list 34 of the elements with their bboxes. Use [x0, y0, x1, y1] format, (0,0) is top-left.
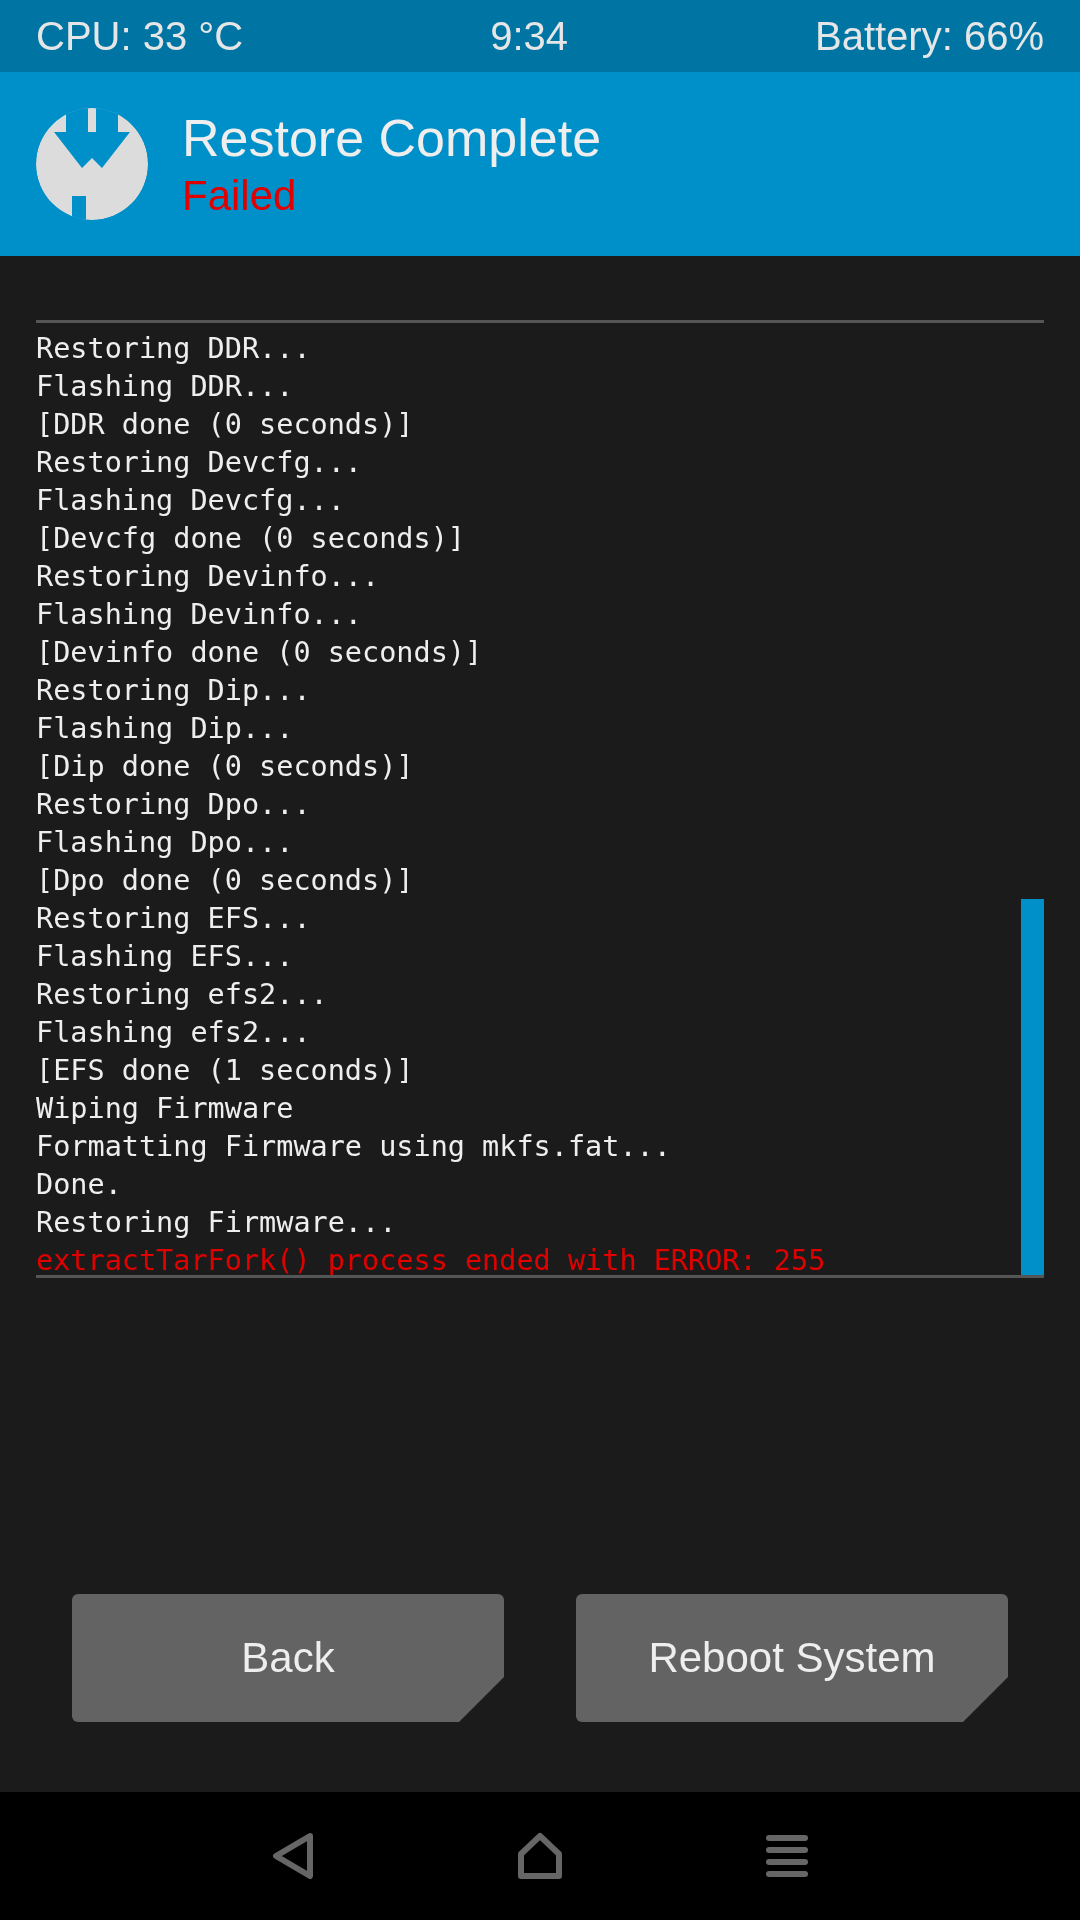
log-line: Restoring Firmware... [36, 1205, 398, 1241]
reboot-button[interactable]: Reboot System [576, 1594, 1008, 1722]
log-line: Flashing Devinfo... [36, 597, 363, 633]
log-line: Wiping Firmware [36, 1091, 295, 1127]
status-text: Failed [182, 172, 298, 220]
home-icon[interactable] [517, 1832, 563, 1880]
log-line: Restoring DDR... [36, 331, 312, 367]
log-line: Restoring Devinfo... [36, 559, 381, 595]
menu-icon[interactable] [763, 1832, 810, 1880]
back-button[interactable]: Back [72, 1594, 504, 1722]
log-line: [DDR done (0 seconds)] [36, 407, 415, 443]
log-line: Restoring EFS... [36, 901, 312, 937]
log-line: [Devinfo done (0 seconds)] [36, 635, 484, 671]
battery-level: Battery: 66% [814, 13, 1044, 59]
logo-icon [36, 108, 148, 220]
log-line: [Dip done (0 seconds)] [36, 749, 415, 785]
log-line: Restoring Dpo... [36, 787, 312, 823]
log-line: [Dpo done (0 seconds)] [36, 863, 415, 899]
log-line: Flashing Devcfg... [36, 483, 346, 519]
log-line: Flashing EFS... [36, 939, 295, 975]
log-line: Flashing efs2... [36, 1015, 312, 1051]
log-line: Restoring Dip... [36, 673, 312, 709]
log-line: Restoring Devcfg... [36, 445, 363, 481]
log-line: [EFS done (1 seconds)] [36, 1053, 415, 1089]
log-line: Done. [36, 1167, 123, 1203]
log-line: [Devcfg done (0 seconds)] [36, 521, 466, 557]
log-line: Flashing Dpo... [36, 825, 295, 861]
cpu-temperature: CPU: 33 °C [36, 13, 244, 59]
log-line: Formatting Firmware using mkfs.fat... [36, 1129, 672, 1165]
clock-time: 9:34 [490, 13, 568, 59]
screen-title: Restore Complete [182, 108, 602, 168]
log-line: Flashing Dip... [36, 711, 295, 747]
log-line: Flashing DDR... [36, 369, 295, 405]
log-line: Restoring efs2... [36, 977, 329, 1013]
